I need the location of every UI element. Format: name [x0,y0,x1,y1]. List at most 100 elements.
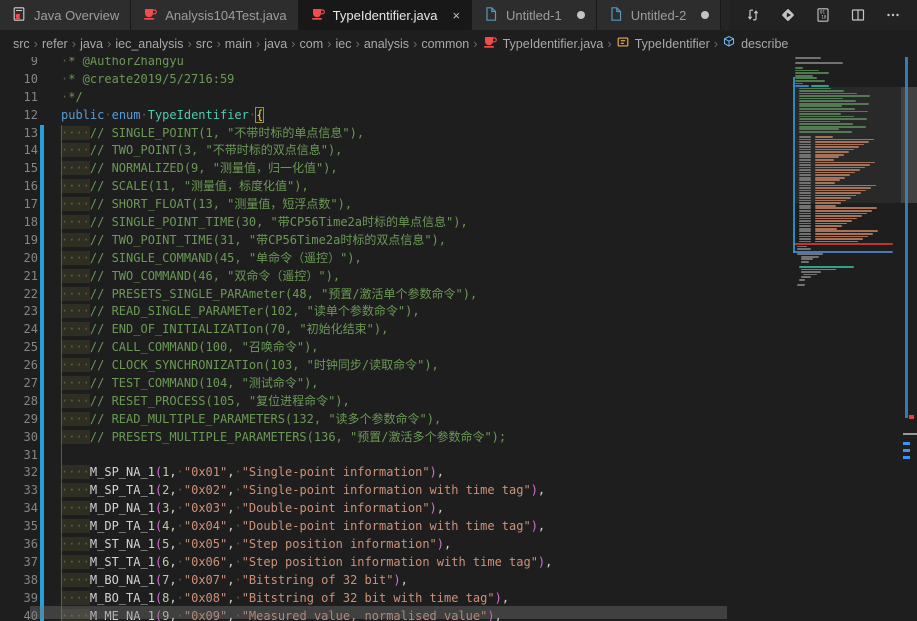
code-text: ····M_SP_TA_1(2,·"0x02",·"Single-point i… [61,483,546,498]
breadcrumb-item-iec-analysis[interactable]: iec_analysis [115,37,183,51]
git-modified-gutter-bar [40,339,44,358]
code-text: ····M_DP_NA_1(3,·"0x03",·"Double-point i… [61,501,445,516]
chevron-right-icon: › [107,36,112,51]
minimap-line [815,222,847,225]
line-number: 19 [23,232,38,247]
close-icon[interactable]: × [452,9,460,22]
minimap-line [793,243,893,246]
minimap-line [795,57,821,59]
tab-typeidentifier-java[interactable]: TypeIdentifier.java × [298,0,473,30]
code-line-20: 20 ····// SINGLE_COMMAND(45, "单命令（遥控）"), [0,249,793,268]
minimap-line [799,207,811,210]
compare-changes-icon[interactable] [739,3,767,27]
minimap-line [797,283,805,286]
git-modified-gutter-bar [40,392,44,411]
tab-untitled-1[interactable]: Untitled-1 [472,0,597,30]
minimap-slider[interactable] [793,87,917,203]
minimap-line [799,204,811,207]
code-line-13: 13 ····// SINGLE_POINT(1, "不带时标的单点信息"), [0,124,793,143]
code-text: ····// SHORT_FLOAT(13, "测量值，短浮点数"), [61,197,353,212]
line-number: 32 [23,465,38,480]
breadcrumb-item-iec[interactable]: iec [335,37,351,51]
tab-label: Untitled-2 [630,7,687,23]
tab-java-overview[interactable]: Java Overview [0,0,132,30]
git-modified-gutter-bar [40,375,44,393]
code-line-21: 21 ····// TWO_COMMAND(46, "双命令（遥控）"), [0,267,793,286]
minimap-line [799,225,811,227]
breadcrumb-item-java[interactable]: java [80,37,103,51]
code-line-19: 19 ····// TWO_POINT_TIME(31, "带CP56Time2a… [0,231,793,250]
git-modified-gutter-bar [40,124,44,143]
line-number: 13 [23,125,38,140]
git-modified-gutter-bar [40,142,44,161]
run-java-icon[interactable] [774,3,802,27]
breadcrumb-item-describe[interactable]: describe [722,35,788,52]
minimap-line [801,261,809,263]
code-text: ····// READ_MULTIPLE_PARAMETERS(132, "读多… [61,411,442,426]
tab-analysis104test-java[interactable]: Analysis104Test.java [131,0,299,30]
breadcrumb-item-java[interactable]: java [264,37,287,51]
breadcrumb-item-src[interactable]: src [13,37,30,51]
minimap-line [799,240,811,243]
breadcrumb-item-refer[interactable]: refer [42,37,68,51]
code-text: ····// CALL_COMMAND(100, "召唤命令"), [61,340,319,355]
minimap-line [815,207,877,210]
breadcrumb: src › refer › java › iec_analysis › src › main › jav… [0,30,917,57]
split-editor-icon[interactable] [844,3,872,27]
line-number: 31 [23,447,38,462]
line-number: 26 [23,358,38,373]
minimap-line [795,82,803,85]
tab-label: Untitled-1 [506,7,562,23]
line-number: 11 [23,89,38,104]
breadcrumb-label: iec [335,36,352,51]
git-modified-gutter-bar [40,214,44,232]
hex-view-icon[interactable]: 01 10 [809,3,837,27]
code-text: ····// TWO_COMMAND(46, "双命令（遥控）"), [61,268,341,283]
unsaved-dot-icon[interactable] [701,11,710,19]
breadcrumb-item-src[interactable]: src [196,37,213,51]
git-modified-gutter-bar [40,482,44,501]
line-number: 37 [23,554,38,569]
java-file-icon [142,6,158,25]
breadcrumb-item-com[interactable]: com [300,37,324,51]
chevron-right-icon: › [291,36,296,51]
breadcrumb-label: iec_analysis [115,36,184,51]
code-line-27: 27 ····// TEST_COMMAND(104, "测试命令"), [0,375,793,393]
breadcrumb-item-common[interactable]: common [421,37,469,51]
chevron-right-icon: › [355,36,360,51]
code-text: ····// TWO_POINT_TIME(31, "带CP56Time2a时标… [61,232,446,247]
git-modified-gutter-bar [40,231,44,250]
java-file-icon [310,6,326,25]
minimap-line [801,255,819,258]
tab-untitled-2[interactable]: Untitled-2 [596,0,722,30]
breadcrumb-label: common [421,36,470,51]
code-line-14: 14 ····// TWO_POINT(3, "不带时标的双点信息"), [0,142,793,161]
code-line-30: 30 ····// PRESETS_MULTIPLE_PARAMETERS(136… [0,428,793,447]
breadcrumb-item-main[interactable]: main [225,37,252,51]
horizontal-scrollbar[interactable] [30,606,727,619]
minimap-line [801,276,811,278]
breadcrumb-item-typeidentifier[interactable]: TypeIdentifier [616,35,710,52]
code-line-11: 11 ·*/ [0,89,793,107]
minimap-line [799,230,811,233]
minimap-line [803,273,817,276]
code-text: ····M_ST_TA_1(6,·"0x06",·"Step position … [61,554,553,569]
more-actions-icon[interactable] [879,3,907,27]
chevron-right-icon: › [71,36,77,51]
code-editor[interactable]: 9 ·* @AuthorZhangyu 10 ·* @create2019/5/271… [0,57,917,621]
tab-label: TypeIdentifier.java [332,7,438,23]
minimap-line [815,227,837,230]
minimap-line [815,212,867,215]
unsaved-dot-icon[interactable] [576,11,585,19]
breadcrumb-item-typeidentifier-java[interactable]: TypeIdentifier.java [482,34,603,53]
editor-actions: 01 10 [729,0,917,30]
vertical-scrollbar[interactable] [901,87,917,203]
minimap-line [799,220,811,222]
minimap-line [815,215,862,217]
chevron-right-icon: › [33,36,39,51]
code-line-23: 23 ····// READ_SINGLE_PARAMETer(102, "读单个… [0,303,793,322]
line-number: 18 [23,215,38,230]
code-text: ····// END_OF_INITIALIZATIon(70, "初始化结束"… [61,322,389,337]
breadcrumb-item-analysis[interactable]: analysis [364,37,409,51]
minimap-line [795,67,803,69]
